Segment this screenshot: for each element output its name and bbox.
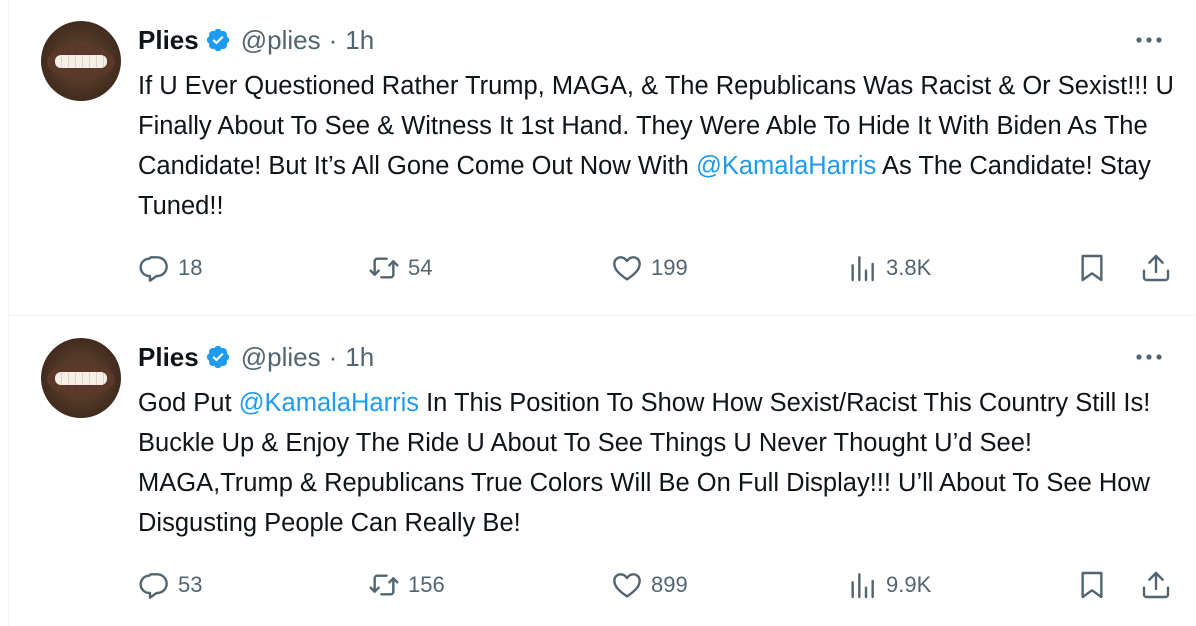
mention-link[interactable]: @KamalaHarris [696,152,876,180]
avatar[interactable] [41,21,121,101]
verified-badge-icon [206,28,229,52]
views-button[interactable]: 3.8K [846,248,931,288]
reply-button[interactable]: 18 [138,248,202,288]
repost-icon [369,257,399,279]
heart-icon [613,256,641,281]
tweet-text: God Put @KamalaHarris In This Position T… [138,383,1188,543]
like-button[interactable]: 199 [611,248,688,288]
tweet-header: Plies @plies · 1h [138,22,374,58]
timestamp[interactable]: 1h [345,342,374,373]
views-count: 3.8K [886,255,932,280]
reply-button[interactable]: 53 [138,565,202,605]
bookmark-icon [1081,254,1103,282]
verified-badge-icon [206,345,229,369]
timestamp[interactable]: 1h [345,25,374,56]
author-handle[interactable]: @plies [241,342,321,373]
reply-icon [139,573,168,599]
like-count: 199 [651,255,688,280]
separator-dot: · [328,24,338,55]
reply-count: 18 [178,255,203,280]
bookmark-icon [1081,571,1103,599]
repost-count: 156 [408,572,445,597]
repost-button[interactable]: 156 [368,565,445,605]
separator-dot: · [328,341,338,372]
views-chart-icon [851,573,874,599]
action-bar: 18 54 199 3.8K [138,248,1178,288]
share-icon [1142,254,1170,282]
author-handle[interactable]: @plies [241,25,321,56]
like-count: 899 [651,572,688,597]
avatar[interactable] [41,338,121,418]
tweet-header: Plies @plies · 1h [138,339,374,375]
more-options-icon[interactable] [1134,30,1164,50]
share-icon [1142,571,1170,599]
share-button[interactable] [1140,565,1172,605]
text-segment: God Put [138,389,239,417]
like-button[interactable]: 899 [611,565,688,605]
tweet[interactable]: Plies @plies · 1h God Put @KamalaHarris … [8,317,1196,626]
avatar-teeth [55,372,107,385]
author-name[interactable]: Plies [138,342,199,373]
tweet-text: If U Ever Questioned Rather Trump, MAGA,… [138,66,1188,226]
author-name[interactable]: Plies [138,25,199,56]
reply-count: 53 [178,572,203,597]
share-button[interactable] [1140,248,1172,288]
bookmark-button[interactable] [1076,248,1108,288]
bookmark-button[interactable] [1076,565,1108,605]
repost-icon [369,574,399,596]
reply-icon [139,256,168,282]
tweet[interactable]: Plies @plies · 1h If U Ever Questioned R… [8,0,1196,316]
repost-count: 54 [408,255,433,280]
heart-icon [613,573,641,598]
avatar-teeth [55,55,107,68]
repost-button[interactable]: 54 [368,248,432,288]
views-count: 9.9K [886,572,932,597]
views-button[interactable]: 9.9K [846,565,931,605]
more-options-icon[interactable] [1134,347,1164,367]
mention-link[interactable]: @KamalaHarris [239,389,419,417]
action-bar: 53 156 899 9.9K [138,565,1178,605]
views-chart-icon [851,256,874,282]
